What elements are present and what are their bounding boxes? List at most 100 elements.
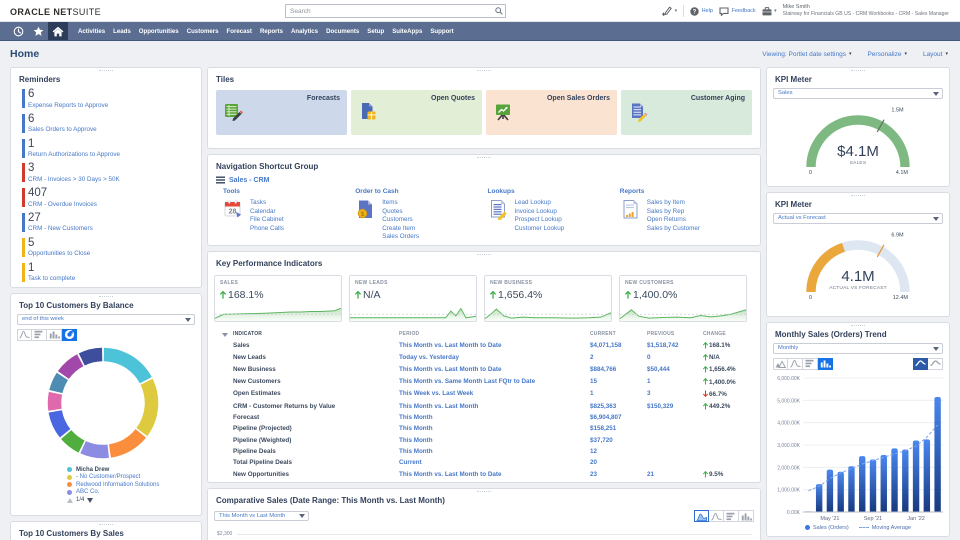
donut-segment[interactable] (55, 411, 65, 433)
shortcut-link[interactable]: Sales by Customer (647, 225, 700, 232)
kpi-table-row[interactable]: Total Pipeline DealsCurrent20 (208, 457, 760, 468)
balance-donut-chart[interactable] (41, 343, 165, 463)
drag-handle[interactable] (477, 254, 491, 257)
personalize-menu[interactable]: Personalize▾ (867, 51, 906, 58)
straight-line-toggle[interactable] (928, 358, 943, 370)
kpi-table-row[interactable]: Open OpportunitiesThis Month vs. Last Mo… (208, 480, 760, 483)
kpi-table-row[interactable]: Pipeline (Projected)This Month$158,251 (208, 423, 760, 434)
viewing-menu[interactable]: Viewing: Portlet date settings▾ (762, 51, 851, 58)
shortcuts-button[interactable] (28, 22, 48, 40)
pager-down-icon[interactable] (87, 498, 93, 503)
bar[interactable] (827, 469, 833, 511)
comparative-range-select[interactable]: This Month vs Last Month (214, 511, 309, 522)
reminder-link[interactable]: Return Authorizations to Approve (28, 151, 201, 158)
tile-sales-orders[interactable]: Open Sales Orders (486, 90, 617, 135)
drag-handle[interactable] (99, 524, 113, 527)
balance-range-select[interactable]: end of this week (17, 314, 195, 325)
shortcut-link[interactable]: Quotes (382, 208, 419, 215)
donut-segment[interactable] (66, 434, 81, 446)
drag-handle[interactable] (851, 325, 865, 328)
bar[interactable] (837, 471, 843, 511)
shortcut-link[interactable]: Tasks (250, 199, 284, 206)
kpi-table-row[interactable]: New BusinessThis Month vs. Last Month to… (208, 363, 760, 375)
donut-segment[interactable] (104, 354, 146, 380)
monthly-chart-hbar-button[interactable] (803, 358, 818, 370)
donut-segment[interactable] (110, 433, 141, 451)
reminder-link[interactable]: Expense Reports to Approve (28, 102, 201, 109)
bar[interactable] (859, 456, 865, 512)
legend-item[interactable]: Micha Drew (67, 467, 201, 473)
feedback-button[interactable]: Feedback (719, 7, 756, 16)
shortcut-group-selector[interactable]: Sales - CRM (208, 175, 760, 188)
kpi-table-row[interactable]: Open EstimatesThis Week vs. Last Week136… (208, 388, 760, 400)
kpi-table-row[interactable]: ForecastThis Month$6,904,807 (208, 412, 760, 423)
comparative-chart-area-button[interactable] (694, 510, 709, 522)
kpi-card-new-leads[interactable]: NEW LEADSN/A (349, 275, 477, 322)
tile-open-quotes[interactable]: Open Quotes (351, 90, 482, 135)
nav-item-customers[interactable]: Customers (183, 28, 223, 35)
donut-segment[interactable] (63, 360, 80, 375)
monthly-select[interactable]: Monthly (773, 343, 943, 354)
shortcut-link[interactable]: File Cabinet (250, 216, 284, 223)
legend-item-moving-average[interactable]: Moving Average (859, 525, 911, 531)
shortcut-link[interactable]: Prospect Lookup (515, 216, 565, 223)
kpi-table-header[interactable]: INDICATOR (208, 329, 399, 339)
kpi-table-header[interactable]: PERIOD (399, 329, 590, 339)
kpi-table-row[interactable]: Pipeline (Weighted)This Month$37,720 (208, 435, 760, 446)
nav-item-activities[interactable]: Activities (74, 28, 109, 35)
balance-chart-line-button[interactable] (17, 329, 32, 341)
layout-menu[interactable]: Layout▾ (923, 51, 948, 58)
shortcut-link[interactable]: Sales by Item (647, 199, 700, 206)
sales-gauge-chart[interactable]: 1.5M$4.1MSALES04.1M (772, 102, 944, 180)
monthly-chart-vbar-button[interactable] (818, 358, 833, 370)
bar[interactable] (816, 484, 822, 512)
kpi-table-row[interactable]: New CustomersThis Month vs. Same Month L… (208, 376, 760, 388)
role-menu[interactable]: ▾ (762, 7, 777, 16)
bar[interactable] (848, 466, 854, 512)
drag-handle[interactable] (851, 195, 865, 198)
donut-segment[interactable] (56, 376, 63, 391)
bar[interactable] (870, 459, 876, 511)
drag-handle[interactable] (99, 70, 113, 73)
kpi-card-new-customers[interactable]: NEW CUSTOMERS1,400.0% (619, 275, 747, 322)
shortcut-link[interactable]: Lead Lookup (515, 199, 565, 206)
reminder-link[interactable]: CRM - New Customers (28, 225, 201, 232)
comparative-chart-hbar-button[interactable] (724, 510, 739, 522)
reminder-link[interactable]: CRM - Overdue Invoices (28, 201, 201, 208)
nav-item-opportunities[interactable]: Opportunities (135, 28, 183, 35)
reminder-link[interactable]: Task to complete (28, 275, 201, 282)
drag-handle[interactable] (477, 157, 491, 160)
kpi-meter-forecast-select[interactable]: Actual vs Forecast (773, 213, 943, 224)
comparative-chart-vbar-button[interactable] (739, 510, 754, 522)
drag-handle[interactable] (851, 70, 865, 73)
nav-item-setup[interactable]: Setup (363, 28, 388, 35)
balance-chart-hbar-button[interactable] (32, 329, 47, 341)
shortcut-link[interactable]: Customer Lookup (515, 225, 565, 232)
legend-item[interactable]: - No Customer/Prospect (67, 474, 201, 480)
search-input[interactable] (285, 4, 506, 18)
kpi-table-row[interactable]: New LeadsToday vs. Yesterday20N/A (208, 351, 760, 363)
shortcut-link[interactable]: Sales by Rep (647, 208, 700, 215)
donut-segment[interactable] (83, 447, 108, 451)
smooth-line-toggle[interactable] (913, 358, 928, 370)
nav-item-reports[interactable]: Reports (256, 28, 287, 35)
kpi-table-header[interactable]: CURRENT (590, 329, 647, 339)
kpi-table-header[interactable]: PREVIOUS (647, 329, 703, 339)
nav-item-leads[interactable]: Leads (109, 28, 135, 35)
pager-up-icon[interactable] (67, 498, 73, 503)
donut-segment[interactable] (142, 381, 152, 431)
bar[interactable] (913, 440, 919, 511)
donut-segment[interactable] (82, 354, 102, 359)
search-icon[interactable] (495, 7, 503, 15)
nav-item-forecast[interactable]: Forecast (223, 28, 256, 35)
monthly-chart-line-button[interactable] (788, 358, 803, 370)
monthly-chart-mounts-button[interactable] (773, 358, 788, 370)
nav-item-suiteapps[interactable]: SuiteApps (388, 28, 426, 35)
home-button[interactable] (48, 22, 68, 40)
legend-item-sales[interactable]: Sales (Orders) (805, 525, 849, 531)
shortcut-link[interactable]: Customers (382, 216, 419, 223)
reminder-link[interactable]: Opportunities to Close (28, 250, 201, 257)
kpi-meter-sales-select[interactable]: Sales (773, 88, 943, 99)
drag-handle[interactable] (477, 491, 491, 494)
quick-create-menu[interactable]: ▾ (662, 6, 677, 16)
